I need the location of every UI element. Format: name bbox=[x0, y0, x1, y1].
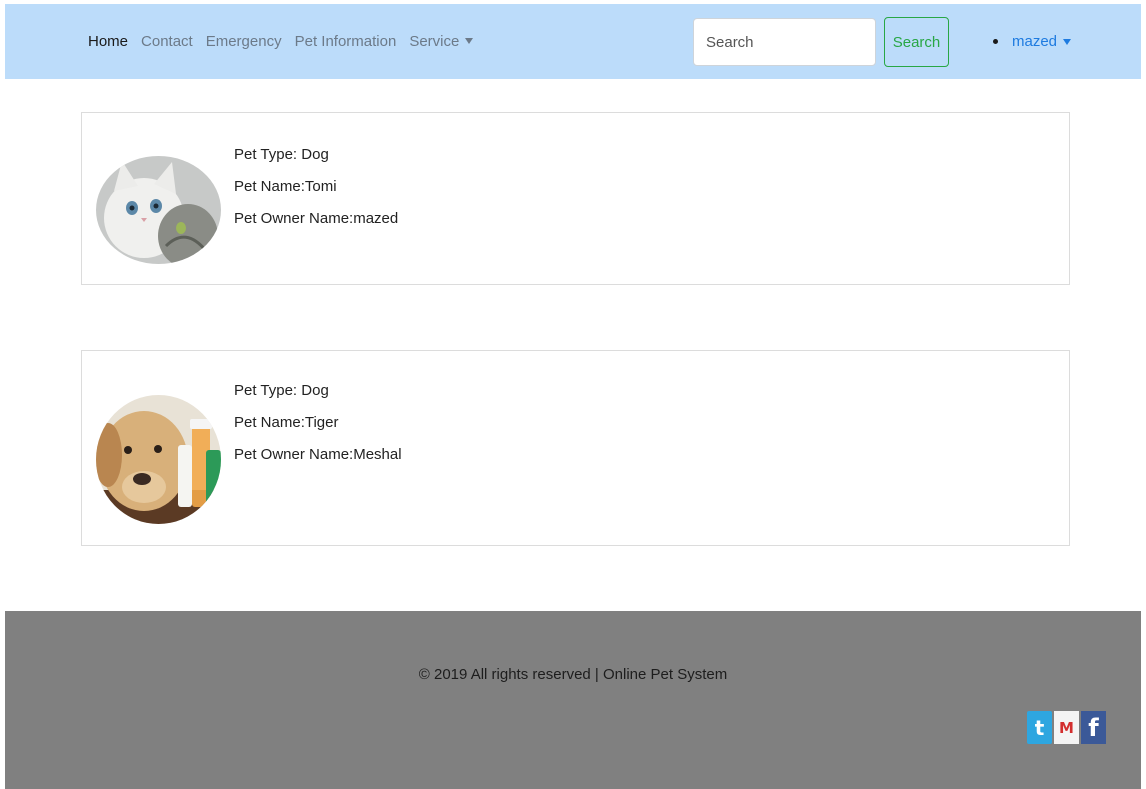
pet-name: Pet Name:Tiger bbox=[234, 414, 339, 431]
footer: © 2019 All rights reserved | Online Pet … bbox=[5, 611, 1141, 789]
facebook-icon[interactable]: f bbox=[1081, 711, 1106, 744]
pet-owner-name: Pet Owner Name:mazed bbox=[234, 210, 399, 227]
dog-photo-icon bbox=[96, 395, 221, 524]
nav-emergency-link[interactable]: Emergency bbox=[206, 33, 282, 50]
pet-card: Pet Type: Dog Pet Name:Tiger Pet Owner N… bbox=[81, 350, 1070, 546]
cat-photo-icon bbox=[96, 156, 221, 264]
pet-type: Pet Type: Dog bbox=[234, 146, 329, 163]
pet-name: Pet Name:Tomi bbox=[234, 178, 337, 195]
search-input[interactable] bbox=[693, 18, 876, 66]
nav-pet-information-link[interactable]: Pet Information bbox=[295, 33, 397, 50]
nav-service-dropdown[interactable]: Service bbox=[409, 33, 474, 50]
pet-info: Pet Type: Dog Pet Name:Tiger Pet Owner N… bbox=[234, 375, 402, 471]
navbar: Home Contact Emergency Pet Information S… bbox=[5, 4, 1141, 79]
chevron-down-icon bbox=[1063, 38, 1072, 45]
footer-copyright: © 2019 All rights reserved | Online Pet … bbox=[418, 666, 728, 683]
pet-card: Pet Type: Dog Pet Name:Tomi Pet Owner Na… bbox=[81, 112, 1070, 285]
pet-info: Pet Type: Dog Pet Name:Tomi Pet Owner Na… bbox=[234, 139, 398, 235]
user-name: mazed bbox=[1012, 33, 1058, 50]
nav-home-link[interactable]: Home bbox=[88, 33, 128, 50]
nav-contact-link[interactable]: Contact bbox=[141, 33, 193, 50]
search-button[interactable]: Search bbox=[884, 17, 949, 67]
pet-type: Pet Type: Dog bbox=[234, 382, 329, 399]
nav-service-label: Service bbox=[409, 33, 460, 50]
gmail-icon[interactable]: M bbox=[1054, 711, 1079, 744]
chevron-down-icon bbox=[465, 38, 474, 44]
bullet-icon bbox=[993, 39, 998, 44]
nav-links: Home Contact Emergency Pet Information S… bbox=[88, 4, 486, 79]
twitter-icon[interactable]: t bbox=[1027, 711, 1052, 744]
user-menu-dropdown[interactable]: mazed bbox=[993, 4, 1072, 79]
social-links: t M f bbox=[1027, 711, 1106, 744]
pet-owner-name: Pet Owner Name:Meshal bbox=[234, 446, 402, 463]
